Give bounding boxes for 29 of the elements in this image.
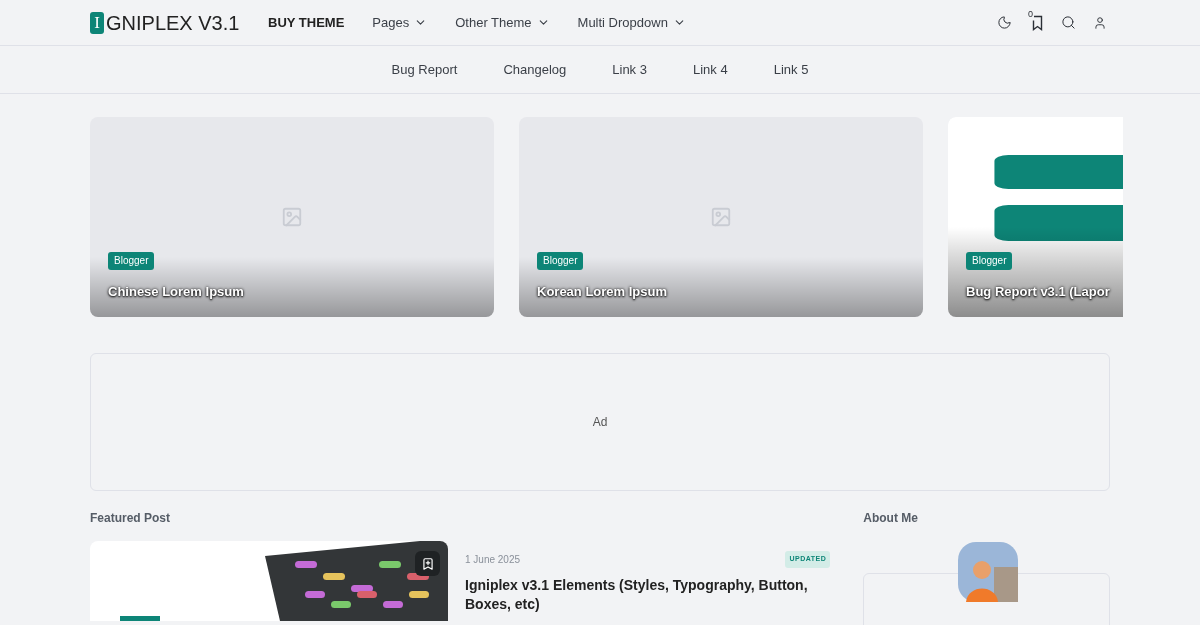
- subnav-link[interactable]: Bug Report: [391, 59, 458, 80]
- subnav-link[interactable]: Link 5: [773, 59, 809, 80]
- post-title[interactable]: Igniplex v3.1 Elements (Styles, Typography, Button, Boxes, etc): [465, 575, 825, 614]
- ad-label: Ad: [592, 414, 608, 431]
- category-tag[interactable]: Blogger: [537, 251, 584, 270]
- category-tag[interactable]: Blogger: [108, 251, 155, 270]
- section-heading: Featured Post: [90, 510, 171, 527]
- image-placeholder-icon: [710, 206, 732, 228]
- subnav-link[interactable]: Link 4: [692, 59, 728, 80]
- bookmark-plus-icon: [420, 556, 435, 571]
- user-icon[interactable]: [1093, 15, 1107, 30]
- section-heading: About Me: [863, 510, 919, 527]
- nav-link[interactable]: Other Theme: [455, 12, 550, 33]
- post-date: 1 June 2025: [465, 552, 521, 567]
- subnav-link[interactable]: Changelog: [503, 59, 567, 80]
- subnav-link[interactable]: Link 3: [612, 59, 647, 80]
- nav-link[interactable]: Multi Dropdown: [577, 12, 686, 33]
- bookmark-add-button[interactable]: [415, 551, 440, 576]
- logo-icon: I: [90, 11, 104, 34]
- slide-card[interactable]: Blogger Chinese Lorem Ipsum: [90, 117, 494, 317]
- avatar: [958, 542, 1019, 602]
- slide-card[interactable]: Blogger Bug Report v3.1 (Lapor: [948, 117, 1123, 317]
- slide-card[interactable]: Blogger Korean Lorem Ipsum: [519, 117, 923, 317]
- search-icon[interactable]: [1061, 15, 1076, 30]
- nav-link[interactable]: Pages: [372, 12, 428, 33]
- site-title[interactable]: GNIPLEX V3.1: [106, 7, 240, 38]
- image-placeholder-icon: [281, 206, 303, 228]
- moon-icon[interactable]: [997, 15, 1012, 30]
- nav-link[interactable]: BUY THEME: [268, 12, 345, 33]
